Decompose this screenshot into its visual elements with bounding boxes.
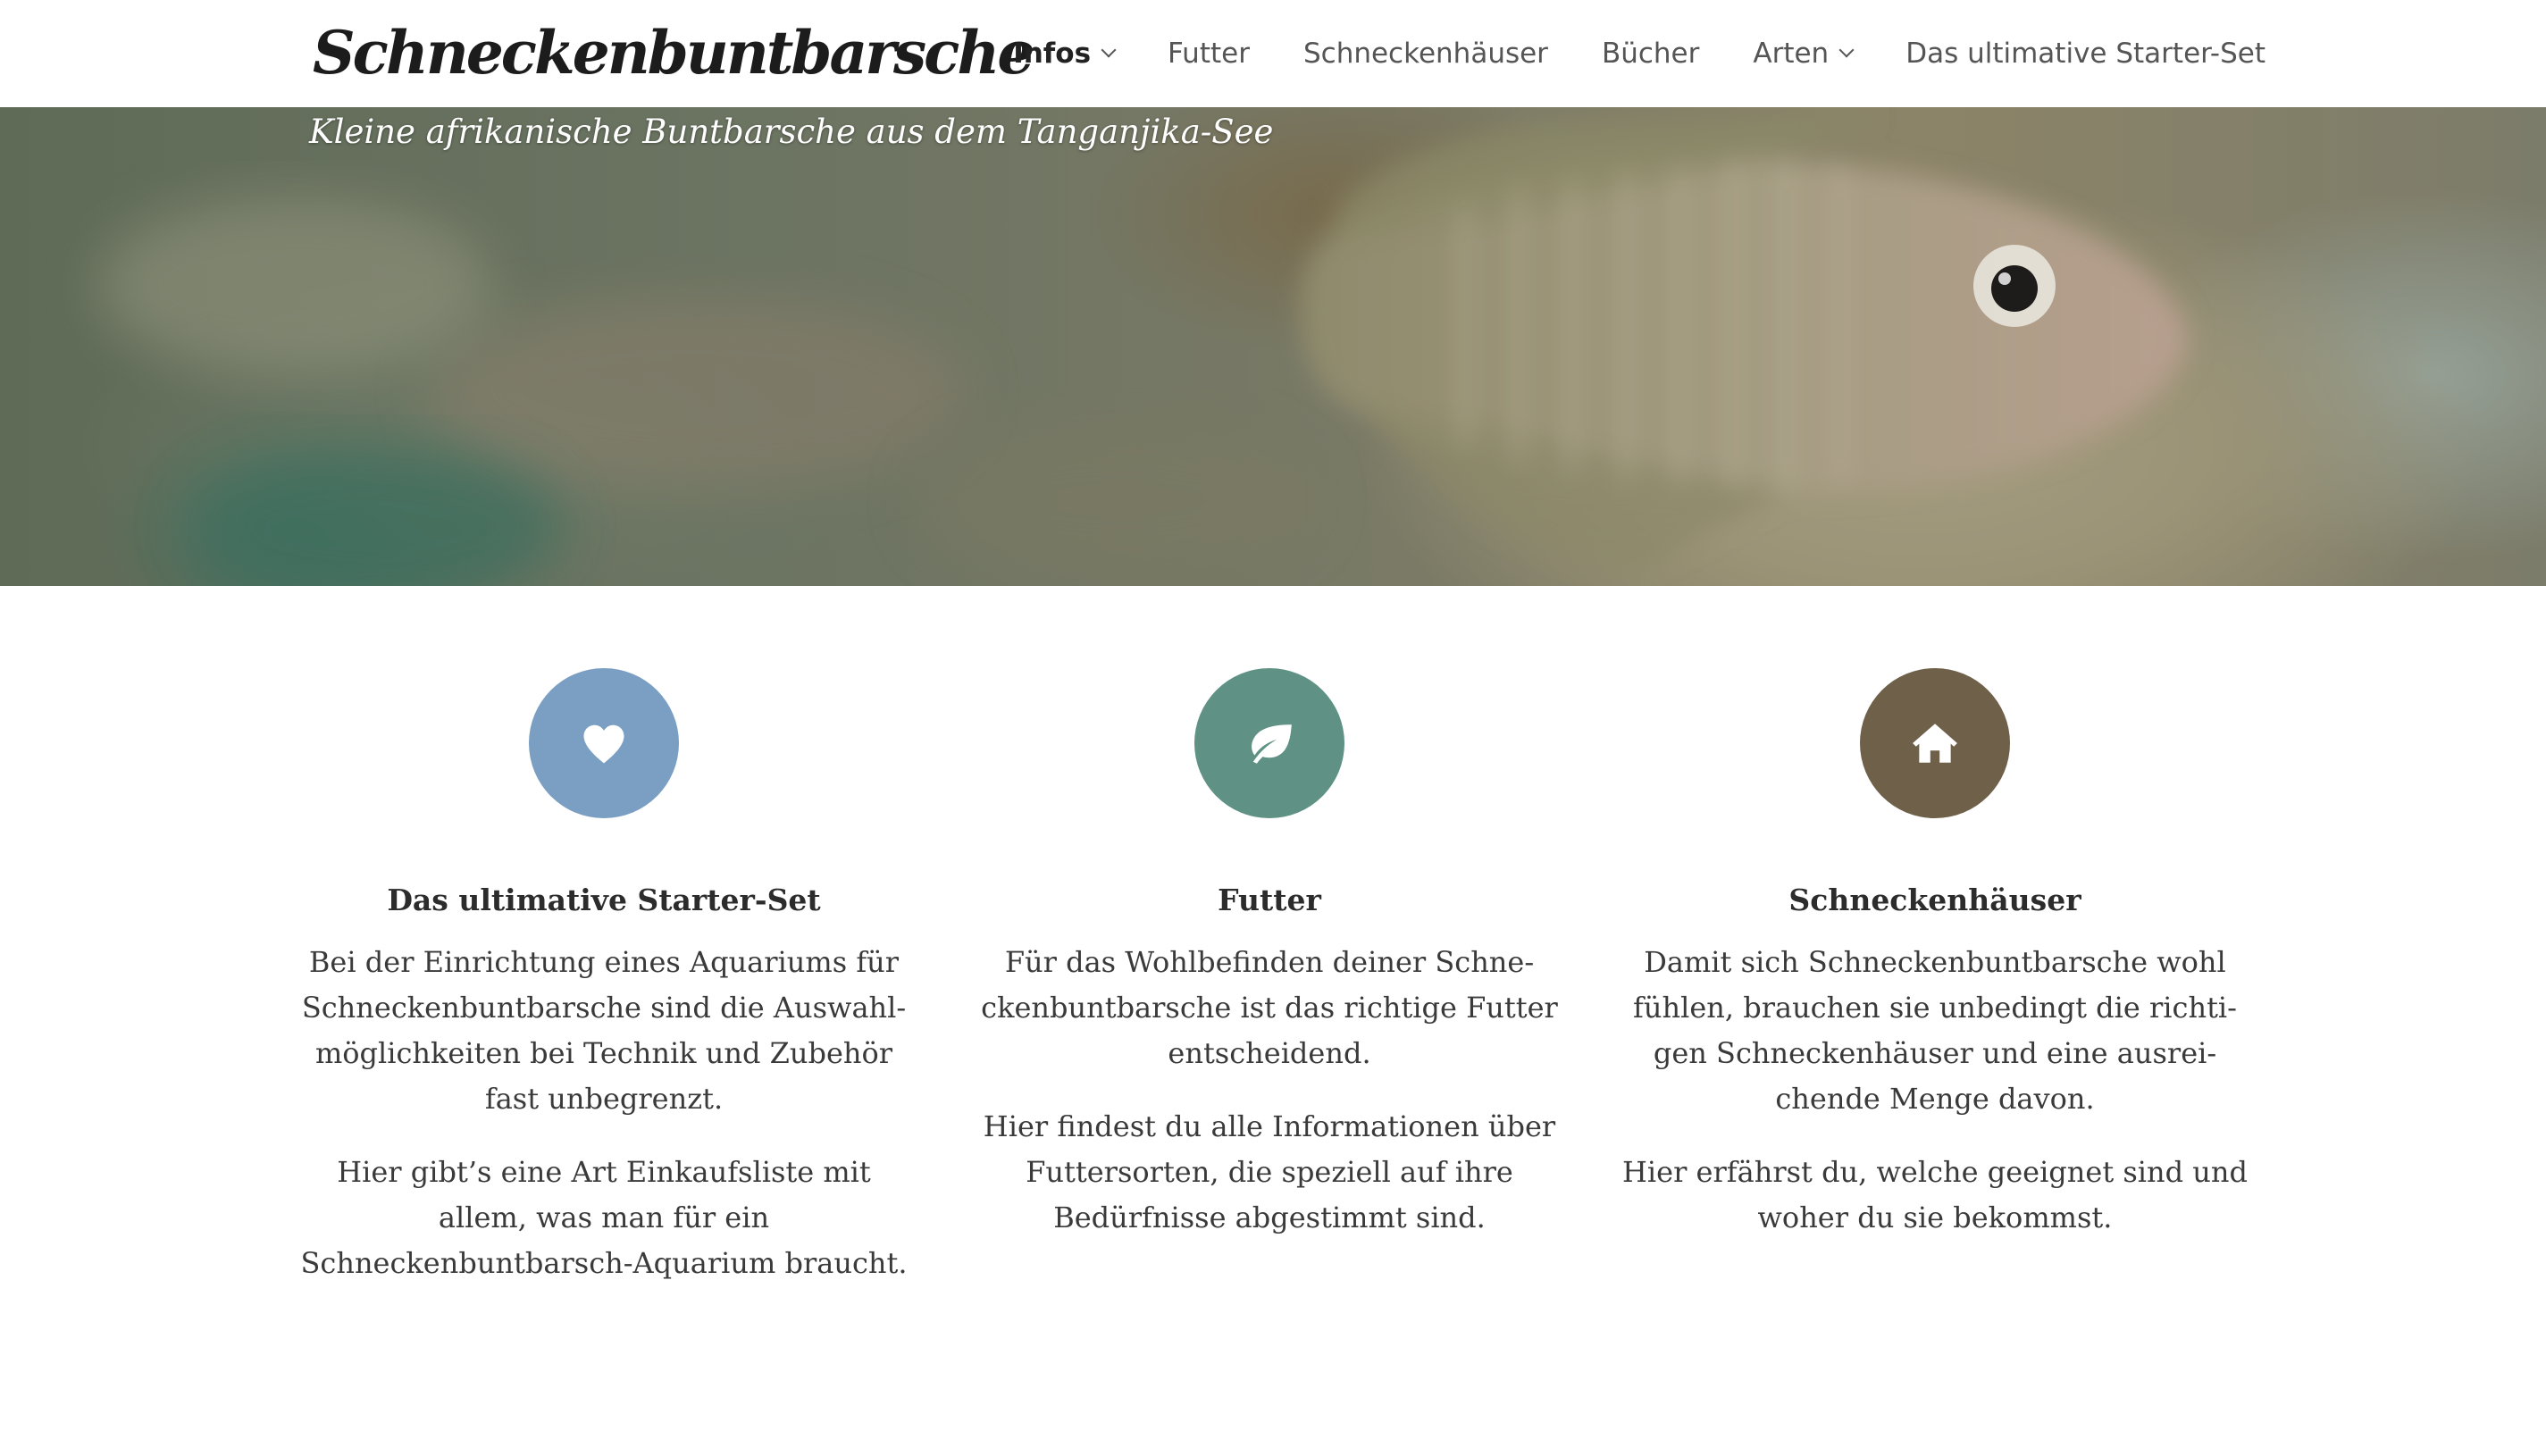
feature-text: Damit sich Schneckenbuntbarsche wohl füh… (1633, 945, 2237, 1116)
feature-text: Hier erfährst du, welche geeignet sind u… (1622, 1155, 2248, 1234)
house-icon (1913, 724, 1957, 763)
nav-item-label: Bücher (1601, 38, 1700, 70)
hero-tagline: Kleine afrikanische Buntbarsche aus dem … (309, 113, 1274, 151)
nav-item-label: Futter (1168, 38, 1250, 70)
nav-item-label: Schneckenhäuser (1302, 38, 1548, 70)
site-logo[interactable]: Schneckenbuntbarsche (313, 13, 1034, 93)
chevron-down-icon (1101, 42, 1117, 58)
feature-icon-circle[interactable] (1194, 668, 1344, 818)
main-nav: Infos Futter Schneckenhäuser Bücher Arte… (1013, 0, 2265, 107)
feature-text: Für das Wohlbefinden deiner Schne­ckenbu… (981, 945, 1558, 1070)
feature-title[interactable]: Schneckenhäuser (1622, 881, 2248, 920)
nav-item-futter[interactable]: Futter (1168, 38, 1250, 70)
feature-card-starter-set: Das ultimative Starter-Set Bei der Einri… (291, 668, 917, 1286)
feature-text: Bei der Einrichtung eines Aquariums für … (301, 945, 907, 1116)
chevron-down-icon (1838, 42, 1855, 58)
nav-item-label: Arten (1753, 38, 1830, 70)
nav-item-infos[interactable]: Infos (1013, 38, 1117, 70)
feature-title[interactable]: Futter (957, 881, 1582, 920)
nav-item-label: Infos (1013, 38, 1092, 70)
hero-banner: Kleine afrikanische Buntbarsche aus dem … (0, 107, 2546, 586)
feature-icon-circle[interactable] (1860, 668, 2010, 818)
nav-item-arten[interactable]: Arten (1753, 38, 1855, 70)
leaf-icon (1252, 724, 1292, 764)
nav-item-label: Das ultimative Starter-Set (1905, 38, 2265, 70)
heart-icon (583, 724, 624, 764)
feature-text: Hier gibt’s eine Art Einkaufsliste mit a… (300, 1155, 908, 1280)
feature-card-futter: Futter Für das Wohlbefinden deiner Schne… (957, 668, 1582, 1241)
features-section: Das ultimative Starter-Set Bei der Einri… (0, 586, 2546, 1456)
feature-title[interactable]: Das ultimative Starter-Set (291, 881, 917, 920)
nav-item-buecher[interactable]: Bücher (1602, 38, 1699, 70)
nav-item-schneckenhaeuser[interactable]: Schneckenhäuser (1303, 38, 1548, 70)
feature-card-schneckenhaeuser: Schneckenhäuser Damit sich Schneckenbunt… (1622, 668, 2248, 1241)
hero-fish-image (98, 116, 2189, 586)
feature-text: Hier findest du alle Informationen über … (983, 1109, 1556, 1234)
site-header: Schneckenbuntbarsche Infos Futter Schnec… (0, 0, 2546, 107)
feature-icon-circle[interactable] (529, 668, 679, 818)
nav-item-starter-set[interactable]: Das ultimative Starter-Set (1905, 38, 2265, 70)
